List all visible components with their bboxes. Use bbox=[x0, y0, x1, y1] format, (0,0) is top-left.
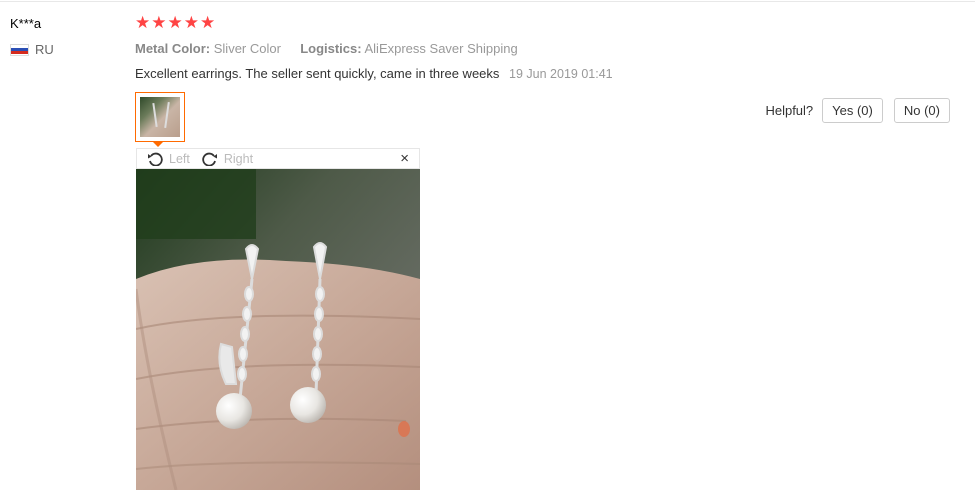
helpful-label: Helpful? bbox=[765, 103, 814, 118]
image-viewer-toolbar: Left Right × bbox=[136, 148, 420, 169]
rotate-right-icon bbox=[202, 152, 217, 166]
review-photo-large bbox=[136, 169, 420, 490]
star-rating: ★★★★★ bbox=[135, 13, 216, 33]
order-attributes: Metal Color: Sliver Color Logistics: Ali… bbox=[135, 41, 518, 56]
reviewer-country: RU bbox=[10, 42, 54, 57]
review-date: 19 Jun 2019 01:41 bbox=[509, 67, 613, 81]
thumbnail-pointer bbox=[152, 141, 164, 147]
helpful-section: Helpful? Yes (0) No (0) bbox=[765, 98, 950, 123]
top-divider bbox=[0, 1, 975, 2]
close-icon[interactable]: × bbox=[400, 150, 409, 167]
country-code: RU bbox=[35, 42, 54, 57]
review-photo-thumbnail[interactable] bbox=[135, 92, 185, 142]
rotate-left-label: Left bbox=[169, 151, 190, 166]
rotate-right-button[interactable]: Right bbox=[202, 152, 253, 166]
attr-value-metal-color: Sliver Color bbox=[213, 41, 281, 56]
star-icon: ★ bbox=[183, 13, 199, 32]
helpful-no-button[interactable]: No (0) bbox=[893, 98, 950, 123]
earrings-photo bbox=[136, 169, 420, 490]
reviewer-name: K***a bbox=[10, 16, 42, 31]
attr-key-metal-color: Metal Color: bbox=[135, 41, 211, 56]
attr-key-logistics: Logistics: bbox=[300, 41, 362, 56]
thumbnail-image bbox=[140, 97, 180, 137]
rotate-right-label: Right bbox=[223, 151, 254, 166]
review-content: Excellent earrings. The seller sent quic… bbox=[135, 66, 613, 81]
star-icon: ★ bbox=[200, 13, 216, 32]
star-icon: ★ bbox=[135, 13, 151, 32]
helpful-yes-button[interactable]: Yes (0) bbox=[822, 98, 883, 123]
rotate-left-button[interactable]: Left bbox=[147, 152, 190, 166]
russia-flag-icon bbox=[10, 43, 29, 56]
rotate-left-icon bbox=[148, 152, 163, 166]
review-text: Excellent earrings. The seller sent quic… bbox=[135, 66, 500, 81]
star-icon: ★ bbox=[167, 13, 183, 32]
star-icon: ★ bbox=[151, 13, 167, 32]
attr-value-logistics: AliExpress Saver Shipping bbox=[364, 41, 518, 56]
